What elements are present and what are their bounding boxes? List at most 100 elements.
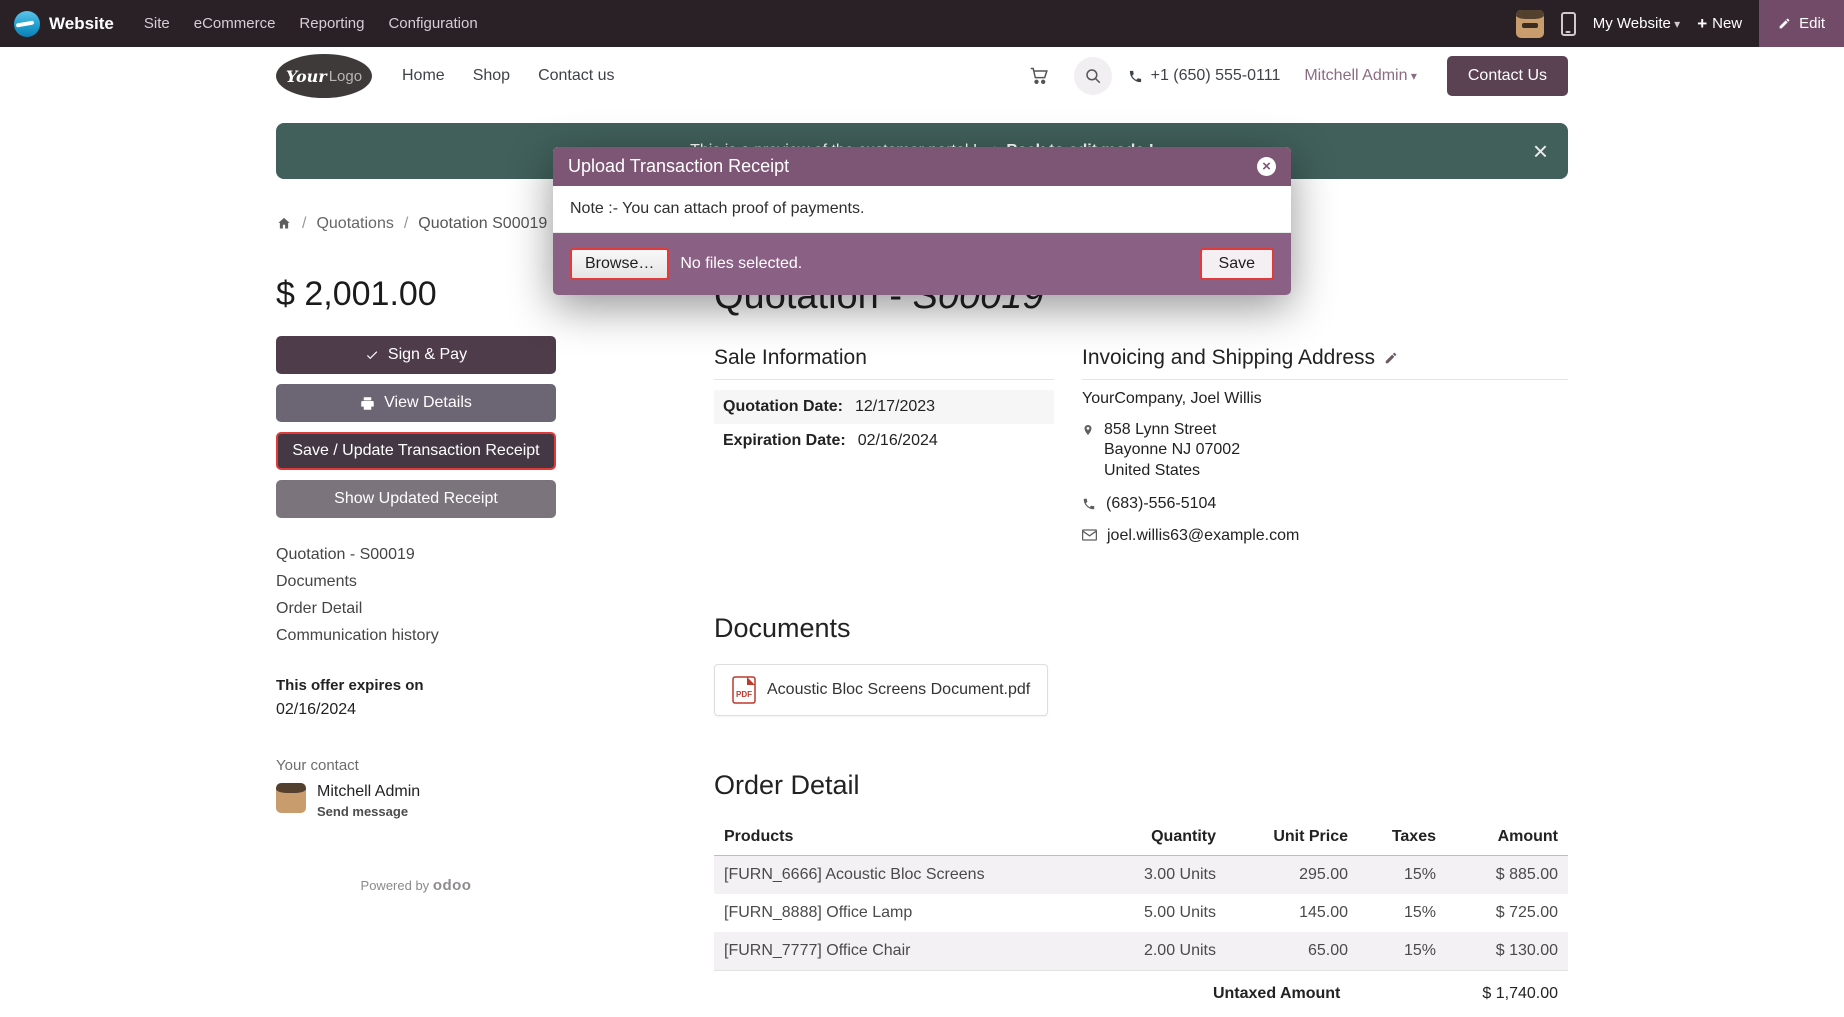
- envelope-icon: [1082, 529, 1097, 541]
- expiration-date-label: Expiration Date:: [723, 432, 846, 450]
- menu-reporting[interactable]: Reporting: [299, 15, 364, 32]
- cell-unit-price: 145.00: [1226, 894, 1358, 932]
- order-detail-heading: Order Detail: [714, 770, 1568, 801]
- odoo-logo[interactable]: odoo: [433, 877, 472, 894]
- cell-amount: $ 130.00: [1446, 932, 1568, 970]
- cell-unit-price: 295.00: [1226, 856, 1358, 895]
- sidebar-link-order-detail[interactable]: Order Detail: [276, 600, 556, 618]
- document-file-chip[interactable]: PDF Acoustic Bloc Screens Document.pdf: [714, 664, 1048, 716]
- contact-row: Mitchell Admin Send message: [276, 783, 556, 819]
- sign-pay-button[interactable]: Sign & Pay: [276, 336, 556, 374]
- check-icon: [365, 348, 379, 362]
- address-heading-label: Invoicing and Shipping Address: [1082, 346, 1375, 370]
- sign-pay-label: Sign & Pay: [388, 346, 467, 364]
- save-button[interactable]: Save: [1200, 248, 1274, 280]
- phone-handset-icon: [1128, 69, 1143, 84]
- expiration-date-value: 02/16/2024: [858, 432, 938, 450]
- header-phone-link[interactable]: +1 (650) 555-0111: [1128, 67, 1281, 85]
- cell-amount: $ 725.00: [1446, 894, 1568, 932]
- sidebar-link-documents[interactable]: Documents: [276, 573, 556, 591]
- header-phone-number: +1 (650) 555-0111: [1151, 67, 1281, 85]
- cell-taxes: 15%: [1358, 894, 1446, 932]
- mobile-preview-icon[interactable]: [1561, 12, 1576, 36]
- table-row: [FURN_6666] Acoustic Bloc Screens 3.00 U…: [714, 856, 1568, 895]
- col-amount: Amount: [1446, 819, 1568, 856]
- plus-icon: [1697, 14, 1707, 34]
- table-row: [FURN_7777] Office Chair 2.00 Units 65.0…: [714, 932, 1568, 970]
- website-app-menu[interactable]: Website: [14, 11, 114, 37]
- cell-taxes: 15%: [1358, 932, 1446, 970]
- address-email-group: joel.willis63@example.com: [1082, 527, 1568, 545]
- user-dropdown[interactable]: Mitchell Admin: [1304, 67, 1417, 85]
- quotation-date-row: Quotation Date: 12/17/2023: [714, 390, 1054, 424]
- nav-contact-us[interactable]: Contact us: [538, 67, 614, 85]
- save-update-receipt-label: Save / Update Transaction Receipt: [292, 442, 539, 460]
- address-city: Bayonne NJ 07002: [1104, 440, 1240, 460]
- document-file-name: Acoustic Bloc Screens Document.pdf: [767, 681, 1030, 699]
- search-icon[interactable]: [1074, 57, 1112, 95]
- view-details-label: View Details: [384, 394, 472, 412]
- nav-shop[interactable]: Shop: [473, 67, 510, 85]
- col-products: Products: [714, 819, 1104, 856]
- header-right-group: +1 (650) 555-0111 Mitchell Admin Contact…: [1020, 56, 1568, 96]
- cart-icon[interactable]: [1020, 57, 1058, 95]
- brand-label: Website: [49, 14, 114, 34]
- menu-site[interactable]: Site: [144, 15, 170, 32]
- show-updated-receipt-label: Show Updated Receipt: [334, 490, 498, 508]
- edit-label: Edit: [1799, 15, 1825, 32]
- sidebar-links: Quotation - S00019 Documents Order Detai…: [276, 546, 556, 645]
- untaxed-amount-value: $ 1,740.00: [1482, 985, 1558, 1003]
- sidebar-link-communication-history[interactable]: Communication history: [276, 627, 556, 645]
- address-email: joel.willis63@example.com: [1107, 527, 1299, 545]
- address-company: YourCompany, Joel Willis: [1082, 390, 1568, 408]
- show-updated-receipt-button[interactable]: Show Updated Receipt: [276, 480, 556, 518]
- order-table: Products Quantity Unit Price Taxes Amoun…: [714, 819, 1568, 970]
- new-button[interactable]: New: [1697, 14, 1742, 34]
- send-message-link[interactable]: Send message: [317, 804, 420, 819]
- cell-product: [FURN_7777] Office Chair: [714, 932, 1104, 970]
- user-dropdown-label: Mitchell Admin: [1304, 67, 1407, 84]
- home-icon: [276, 216, 292, 231]
- nav-home[interactable]: Home: [402, 67, 445, 85]
- upload-transaction-receipt-modal: Upload Transaction Receipt Note :- You c…: [553, 147, 1291, 295]
- cell-taxes: 15%: [1358, 856, 1446, 895]
- quotation-date-label: Quotation Date:: [723, 398, 843, 416]
- view-details-button[interactable]: View Details: [276, 384, 556, 422]
- backend-topbar: Website Site eCommerce Reporting Configu…: [0, 0, 1844, 47]
- map-pin-icon: [1082, 422, 1094, 438]
- contact-avatar: [276, 783, 306, 813]
- browse-button[interactable]: Browse…: [570, 248, 669, 280]
- cell-product: [FURN_8888] Office Lamp: [714, 894, 1104, 932]
- edit-button[interactable]: Edit: [1759, 0, 1844, 47]
- quotation-sidebar: $ 2,001.00 Sign & Pay View Details Save …: [276, 275, 556, 894]
- breadcrumb-home[interactable]: [276, 215, 292, 233]
- cell-quantity: 3.00 Units: [1104, 856, 1226, 895]
- sidebar-link-quotation[interactable]: Quotation - S00019: [276, 546, 556, 564]
- order-table-header-row: Products Quantity Unit Price Taxes Amoun…: [714, 819, 1568, 856]
- site-logo[interactable]: Your Logo: [276, 54, 372, 98]
- my-website-dropdown[interactable]: My Website: [1593, 15, 1680, 32]
- address-phone: (683)-556-5104: [1106, 495, 1216, 513]
- menu-configuration[interactable]: Configuration: [388, 15, 477, 32]
- cell-quantity: 2.00 Units: [1104, 932, 1226, 970]
- col-unit-price: Unit Price: [1226, 819, 1358, 856]
- menu-ecommerce[interactable]: eCommerce: [194, 15, 276, 32]
- edit-address-pencil-icon[interactable]: [1384, 351, 1398, 365]
- edit-pencil-icon: [1778, 17, 1791, 30]
- address-section: Invoicing and Shipping Address YourCompa…: [1082, 346, 1568, 559]
- phone-handset-icon: [1082, 497, 1096, 511]
- topbar-right-group: My Website New Edit: [1516, 0, 1844, 47]
- pdf-icon: PDF: [732, 676, 756, 704]
- contact-us-button[interactable]: Contact Us: [1447, 56, 1568, 96]
- site-logo-your: Your: [286, 67, 327, 86]
- modal-close-icon[interactable]: [1257, 157, 1276, 176]
- banner-close-icon[interactable]: [1533, 138, 1548, 164]
- address-country: United States: [1104, 461, 1240, 481]
- cell-product: [FURN_6666] Acoustic Bloc Screens: [714, 856, 1104, 895]
- breadcrumb-quotations[interactable]: Quotations: [316, 215, 393, 233]
- save-update-receipt-button[interactable]: Save / Update Transaction Receipt: [276, 432, 556, 470]
- sale-information-heading: Sale Information: [714, 346, 1054, 380]
- modal-title: Upload Transaction Receipt: [568, 156, 789, 177]
- user-avatar[interactable]: [1516, 10, 1544, 38]
- total-amount: $ 2,001.00: [276, 275, 556, 314]
